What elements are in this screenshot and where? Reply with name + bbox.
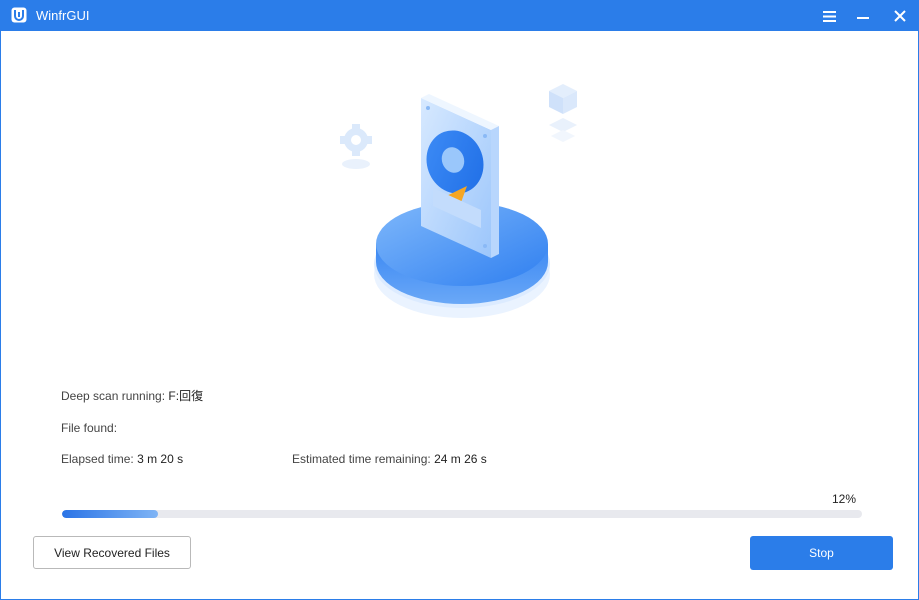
hard-drive-scan-icon: [340, 84, 577, 318]
file-found-separator: :: [113, 421, 118, 435]
progress-bar: [62, 510, 862, 518]
scan-status-separator: :: [161, 389, 166, 403]
file-found-label: File found: [61, 421, 114, 435]
window-title: WinfrGUI: [36, 8, 90, 23]
app-logo-icon: [11, 7, 27, 23]
elapsed-time-text: Elapsed time: 3 m 20 s: [61, 452, 183, 466]
elapsed-time-value: 3 m 20 s: [137, 452, 184, 466]
remaining-time-value: 24 m 26 s: [434, 452, 487, 466]
scan-status-text: Deep scan running: F:回復: [61, 389, 203, 403]
menu-icon: [822, 10, 836, 22]
scan-status-value: F:回復: [168, 389, 204, 403]
title-bar: WinfrGUI: [0, 0, 919, 31]
minimize-icon: [857, 17, 869, 19]
close-icon: [894, 10, 906, 22]
close-button[interactable]: [889, 5, 911, 27]
app-window: WinfrGUI Deep scan running: F:回復 File fo…: [0, 0, 919, 600]
elapsed-time-separator: :: [130, 452, 134, 466]
progress-percent: 12%: [831, 492, 856, 506]
elapsed-time-label: Elapsed time: [61, 452, 131, 466]
menu-button[interactable]: [818, 5, 840, 27]
file-found-text: File found:: [61, 421, 117, 435]
minimize-button[interactable]: [852, 5, 874, 27]
remaining-time-text: Estimated time remaining: 24 m 26 s: [292, 452, 487, 466]
scan-status-label: Deep scan running: [61, 389, 162, 403]
progress-bar-fill: [62, 510, 158, 518]
stop-button[interactable]: Stop: [750, 536, 893, 570]
remaining-time-label: Estimated time remaining: [292, 452, 428, 466]
remaining-time-separator: :: [427, 452, 431, 466]
view-recovered-files-button[interactable]: View Recovered Files: [33, 536, 191, 569]
